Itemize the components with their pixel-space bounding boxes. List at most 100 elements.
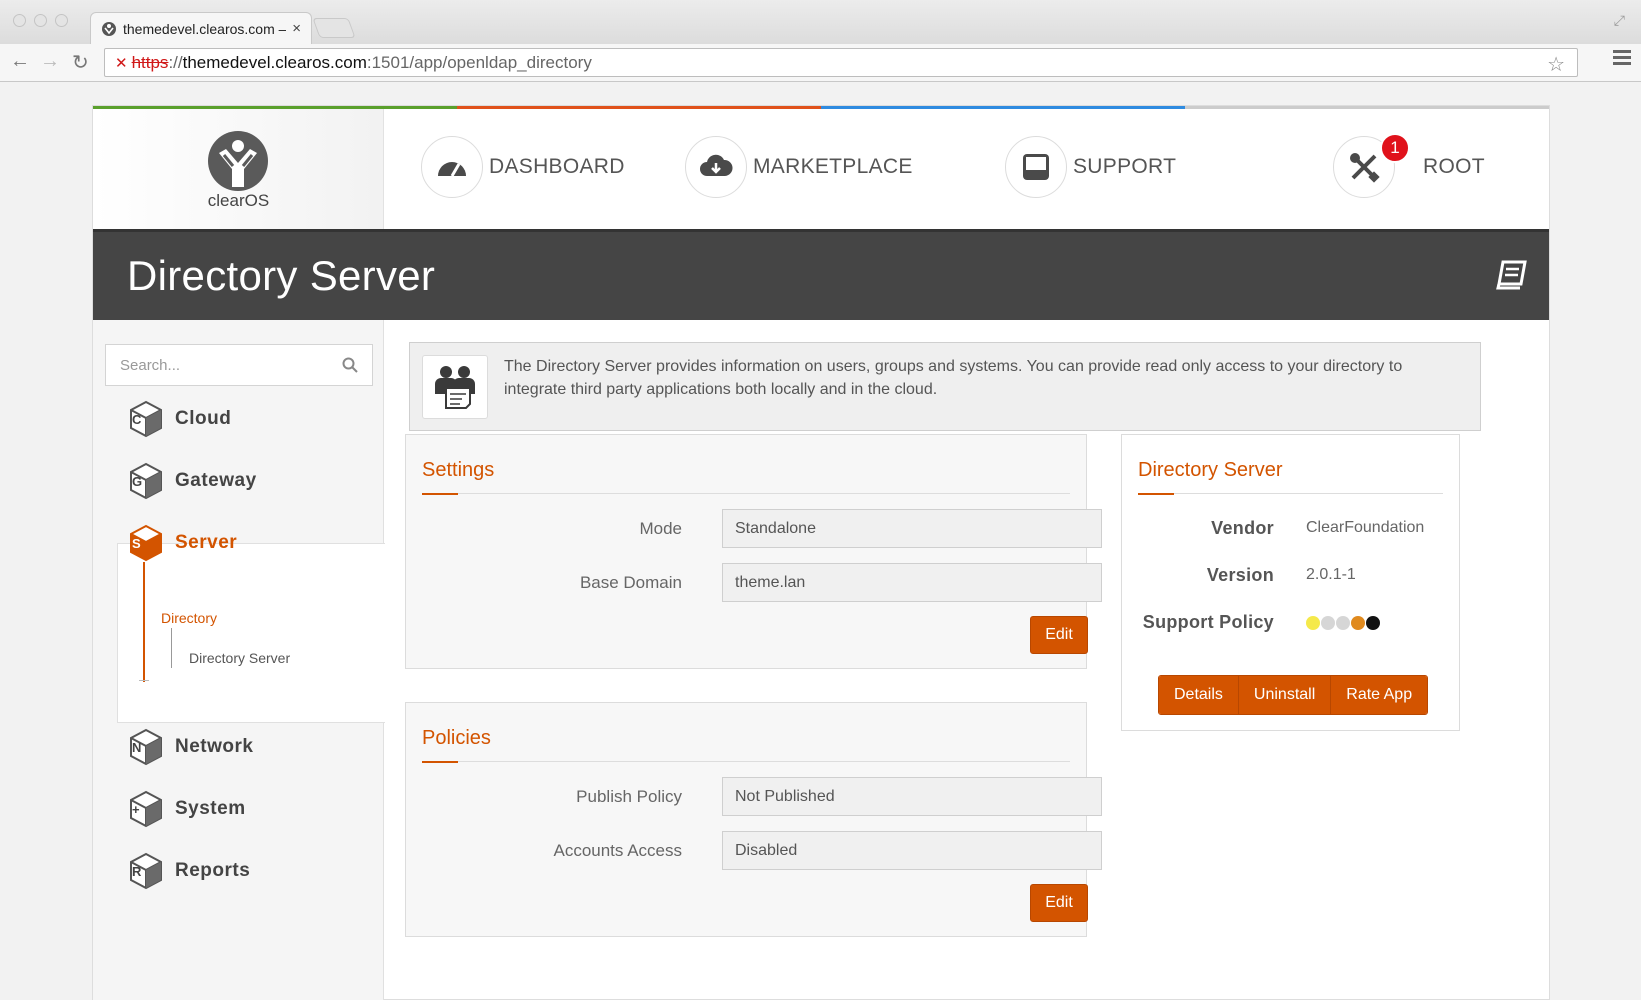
version-label: Version <box>1206 565 1274 585</box>
nav-root-label: ROOT <box>1423 155 1485 178</box>
window-minimize-button[interactable] <box>34 14 47 27</box>
url-host: themedevel.clearos.com <box>182 52 367 72</box>
url-separator: :// <box>168 52 183 72</box>
tab-title: themedevel.clearos.com – <box>123 20 287 37</box>
app-info-title: Directory Server <box>1138 459 1283 481</box>
logo-area[interactable]: clearOS <box>93 109 384 229</box>
system-letter: + <box>132 802 140 817</box>
sidebar-subcategory-directory[interactable]: Directory <box>161 610 217 626</box>
panel-divider <box>1138 493 1443 494</box>
publish-policy-label: Publish Policy <box>576 787 682 806</box>
address-bar[interactable]: ✕ https :// themedevel.clearos.com :1501… <box>104 48 1578 77</box>
nav-dashboard-circle <box>421 136 483 198</box>
directory-app-icon <box>422 355 488 419</box>
policies-edit-button[interactable]: Edit <box>1030 884 1088 922</box>
inbox-icon <box>1023 154 1049 180</box>
clearos-page: clearOS DASHBOARD MARKETPLACE SUPPORT 1 … <box>92 105 1550 1000</box>
brand-name: clearOS <box>207 191 270 210</box>
support-dot <box>1306 616 1320 630</box>
url-path: :1501/app/openldap_directory <box>366 52 592 72</box>
back-arrow-icon[interactable]: ← <box>10 50 30 73</box>
policies-panel: Policies Publish Policy Not Published Ac… <box>405 702 1102 937</box>
app-description-text: The Directory Server provides informatio… <box>504 358 1403 398</box>
server-letter: S <box>132 536 141 551</box>
support-dot <box>1321 616 1335 630</box>
nav-marketplace-circle <box>685 136 747 198</box>
system-cube-icon: + <box>129 790 163 828</box>
search-icon[interactable] <box>342 357 358 373</box>
policies-title: Policies <box>422 727 491 749</box>
nav-dashboard[interactable]: DASHBOARD <box>421 136 625 198</box>
nav-root[interactable]: 1 ROOT <box>1333 133 1485 198</box>
nav-root-circle: 1 <box>1333 133 1410 198</box>
mode-label: Mode <box>639 519 682 538</box>
cloud-download-icon <box>700 154 733 176</box>
panel-divider <box>422 493 1070 494</box>
sidebar-item-label: Network <box>175 736 254 757</box>
window-zoom-button[interactable] <box>55 14 68 27</box>
fullscreen-icon[interactable]: ⤢ <box>1614 12 1625 29</box>
reports-cube-icon: R <box>129 852 163 890</box>
base-domain-label: Base Domain <box>579 573 682 592</box>
browser-menu-icon[interactable] <box>1613 50 1631 68</box>
settings-edit-button[interactable]: Edit <box>1030 616 1088 654</box>
search-input[interactable] <box>120 356 342 374</box>
support-dot <box>1336 616 1350 630</box>
tree-line <box>143 562 145 682</box>
panel-divider-accent <box>1138 493 1174 495</box>
publish-policy-field: Not Published <box>722 777 1102 816</box>
sidebar-item-reports[interactable]: R Reports <box>129 852 250 890</box>
sidebar-app-directory-server[interactable]: Directory Server <box>189 650 290 666</box>
tools-icon <box>1350 153 1380 183</box>
sidebar-search[interactable] <box>105 344 373 386</box>
accounts-access-field: Disabled <box>722 831 1102 870</box>
nav-dashboard-label: DASHBOARD <box>489 155 625 178</box>
tree-line-end <box>139 680 149 681</box>
network-cube-icon: N <box>129 728 163 766</box>
browser-tab[interactable]: themedevel.clearos.com – × <box>90 12 312 44</box>
gateway-cube-icon: G <box>129 462 163 500</box>
gateway-letter: G <box>132 474 143 489</box>
sidebar-item-system[interactable]: + System <box>129 790 246 828</box>
reports-letter: R <box>132 864 142 879</box>
accounts-access-label: Accounts Access <box>553 841 682 860</box>
sidebar-item-gateway[interactable]: G Gateway <box>129 462 257 500</box>
details-button[interactable]: Details <box>1159 676 1239 714</box>
tab-close-icon[interactable]: × <box>292 20 301 37</box>
vendor-value: ClearFoundation <box>1306 519 1425 536</box>
bookmark-star-icon[interactable]: ☆ <box>1547 52 1565 77</box>
uninstall-button[interactable]: Uninstall <box>1238 676 1332 714</box>
nav-marketplace-label: MARKETPLACE <box>753 155 913 178</box>
sidebar-item-network[interactable]: N Network <box>129 728 253 766</box>
nav-marketplace[interactable]: MARKETPLACE <box>685 136 913 198</box>
forward-arrow-icon[interactable]: → <box>40 50 60 73</box>
panel-divider-accent <box>422 493 458 495</box>
new-tab-button[interactable] <box>312 18 356 38</box>
nav-support-label: SUPPORT <box>1073 155 1177 178</box>
version-value: 2.0.1-1 <box>1306 566 1356 583</box>
settings-panel: Settings Mode Standalone Base Domain the… <box>405 434 1102 669</box>
clearos-logo-icon <box>208 131 268 191</box>
window-close-button[interactable] <box>13 14 26 27</box>
browser-toolbar: ← → ↻ ✕ https :// themedevel.clearos.com… <box>0 44 1641 82</box>
sidebar-item-label: Reports <box>175 860 251 881</box>
settings-title: Settings <box>422 459 495 481</box>
mode-field: Standalone <box>722 509 1102 548</box>
sidebar: C Cloud G Gateway S Server Directory Dir… <box>93 320 385 1000</box>
sidebar-item-cloud[interactable]: C Cloud <box>129 400 231 438</box>
notification-badge[interactable]: 1 <box>1380 133 1410 163</box>
user-guide-book-icon[interactable] <box>1495 260 1527 290</box>
clearos-favicon-icon <box>102 21 116 36</box>
sidebar-item-label: Server <box>175 532 238 553</box>
rate-app-button[interactable]: Rate App <box>1331 676 1428 714</box>
cloud-cube-icon: C <box>129 400 163 438</box>
panel-divider <box>422 761 1070 762</box>
reload-icon[interactable]: ↻ <box>72 50 89 75</box>
ssl-warning-icon: ✕ <box>115 54 128 72</box>
cloud-letter: C <box>132 412 142 427</box>
sidebar-item-label: Cloud <box>175 408 232 429</box>
support-dot <box>1351 616 1365 630</box>
sidebar-item-server[interactable]: S Server <box>129 524 237 562</box>
nav-support[interactable]: SUPPORT <box>1005 136 1176 198</box>
vendor-label: Vendor <box>1211 518 1274 538</box>
